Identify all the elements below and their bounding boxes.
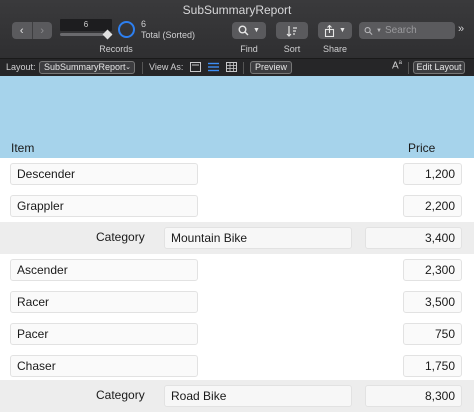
subsummary-row: Category Road Bike 8,300 [0, 380, 474, 412]
layout-bar: Layout: SubSummaryReport ⌄ View As: Prev… [0, 58, 474, 76]
list-view-icon[interactable] [208, 62, 219, 72]
text-format-icon[interactable]: Aa [392, 60, 402, 71]
table-row: Pacer 750 [0, 318, 474, 350]
category-total-field[interactable]: 8,300 [365, 385, 462, 407]
share-label: Share [322, 44, 348, 54]
item-column-header: Item [11, 141, 35, 155]
record-total: 6 Total (Sorted) [141, 19, 195, 41]
search-input[interactable] [385, 25, 455, 36]
record-status: Total (Sorted) [141, 30, 196, 40]
item-field[interactable]: Descender [10, 163, 198, 185]
category-label: Category [96, 388, 145, 402]
record-nav-group: ‹ › [12, 22, 52, 39]
chevron-down-icon: ▼ [339, 27, 346, 34]
search-field[interactable]: ▼ [359, 22, 455, 39]
item-field[interactable]: Pacer [10, 323, 198, 345]
category-field[interactable]: Mountain Bike [164, 227, 352, 249]
edit-layout-button[interactable]: Edit Layout [413, 61, 465, 74]
table-row: Grappler 2,200 [0, 190, 474, 222]
price-field[interactable]: 750 [403, 323, 462, 345]
table-row: Racer 3,500 [0, 286, 474, 318]
item-field[interactable]: Grappler [10, 195, 198, 217]
sort-icon [286, 25, 297, 37]
layout-bar-divider [142, 62, 143, 74]
layout-bar-divider [408, 62, 409, 74]
window-title: SubSummaryReport [182, 3, 292, 17]
search-icon [364, 26, 373, 35]
layout-select[interactable]: SubSummaryReport ⌄ [39, 61, 135, 74]
record-count: 6 [141, 19, 147, 29]
share-button[interactable]: ▼ [318, 22, 352, 39]
price-field[interactable]: 1,750 [403, 355, 462, 377]
table-row: Descender 1,200 [0, 158, 474, 190]
price-field[interactable]: 2,300 [403, 259, 462, 281]
chevron-down-icon: ⌄ [125, 64, 131, 71]
layout-bar-divider [243, 62, 244, 74]
window-titlebar: SubSummaryReport ‹ › 6 6 Total (Sorted) … [0, 0, 474, 58]
chevron-down-icon: ▼ [253, 27, 260, 34]
subsummary-row: Category Mountain Bike 3,400 [0, 222, 474, 254]
price-field[interactable]: 1,200 [403, 163, 462, 185]
form-view-icon[interactable] [190, 62, 201, 72]
category-total-field[interactable]: 3,400 [365, 227, 462, 249]
find-button[interactable]: ▼ [232, 22, 266, 39]
price-field[interactable]: 2,200 [403, 195, 462, 217]
previous-record-button[interactable]: ‹ [12, 22, 33, 39]
price-field[interactable]: 3,500 [403, 291, 462, 313]
records-pie-icon[interactable] [118, 21, 135, 38]
layout-select-value: SubSummaryReport [44, 62, 126, 72]
category-field[interactable]: Road Bike [164, 385, 352, 407]
table-row: Ascender 2,300 [0, 254, 474, 286]
item-field[interactable]: Racer [10, 291, 198, 313]
sort-button[interactable] [276, 22, 308, 39]
find-label: Find [240, 44, 258, 54]
record-slider-thumb[interactable] [102, 29, 113, 40]
next-record-button[interactable]: › [33, 22, 53, 39]
preview-button[interactable]: Preview [250, 61, 292, 74]
toolbar-overflow-icon[interactable]: » [458, 23, 464, 35]
item-field[interactable]: Chaser [10, 355, 198, 377]
layout-label: Layout: [6, 62, 36, 72]
magnifier-icon [238, 25, 249, 36]
sort-label: Sort [283, 44, 301, 54]
share-icon [324, 24, 335, 37]
records-label: Records [99, 44, 133, 54]
current-record-field[interactable]: 6 [60, 19, 112, 31]
report-header: Item Price [0, 76, 474, 158]
report-content: Item Price Descender 1,200 Grappler 2,20… [0, 76, 474, 412]
table-row: Chaser 1,750 [0, 350, 474, 382]
item-field[interactable]: Ascender [10, 259, 198, 281]
chevron-down-icon: ▼ [376, 27, 382, 34]
category-label: Category [96, 230, 145, 244]
price-column-header: Price [408, 141, 436, 155]
table-view-icon[interactable] [226, 62, 237, 72]
view-as-label: View As: [149, 62, 184, 72]
